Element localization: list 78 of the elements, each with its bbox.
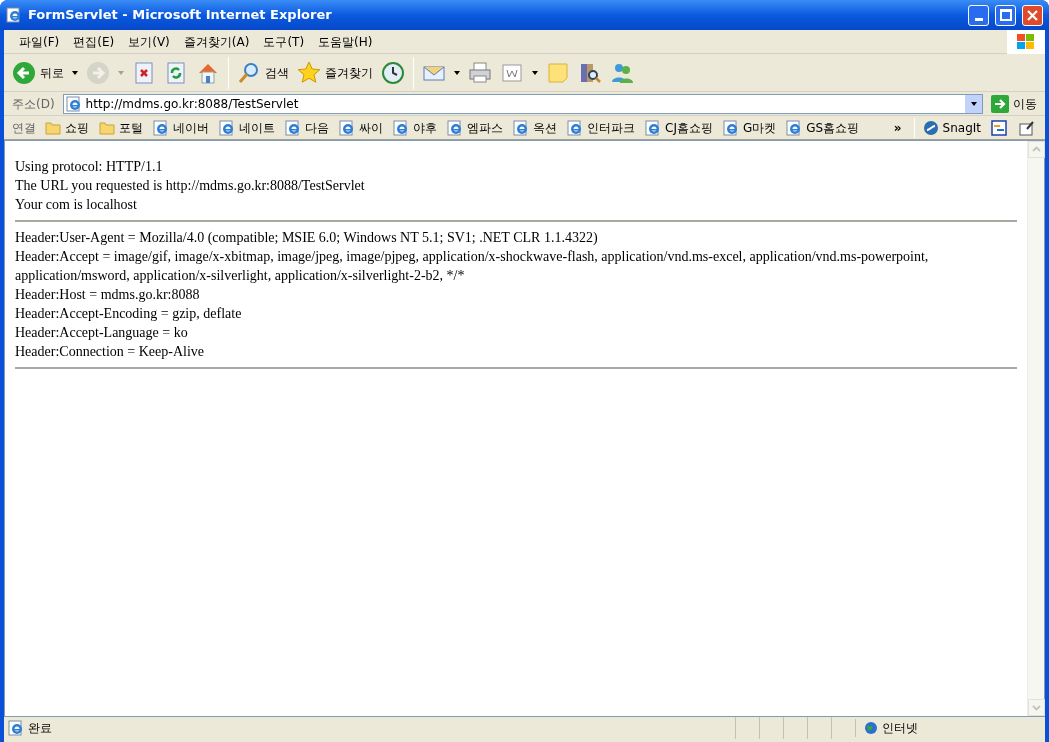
folder-icon — [45, 120, 61, 135]
close-icon — [1027, 9, 1038, 21]
dropdown-button[interactable] — [965, 94, 982, 113]
maximize-button[interactable] — [995, 4, 1016, 26]
page-text-line: Header:Host = mdms.go.kr:8088 — [15, 286, 201, 304]
ie-page-icon — [65, 95, 82, 112]
ie-page-icon — [393, 119, 409, 136]
link-button[interactable]: 엠파스 — [442, 117, 508, 138]
menu-item[interactable]: 도움말(H) — [311, 31, 380, 52]
status-text: 완료 — [28, 720, 52, 737]
caret-icon — [532, 70, 538, 75]
back-button[interactable]: 뒤로 — [8, 56, 68, 89]
caret-icon — [72, 70, 78, 75]
caret-icon — [970, 101, 977, 106]
caret-icon — [454, 70, 460, 75]
vertical-scrollbar[interactable] — [1027, 141, 1044, 716]
browser-logo-icon — [6, 7, 22, 23]
ie-page-icon — [722, 119, 739, 136]
window-capture-icon — [1019, 119, 1035, 136]
snagit-button[interactable]: SnagIt — [918, 118, 985, 137]
search-button[interactable]: 검색 — [233, 56, 293, 89]
star-icon — [297, 60, 321, 85]
link-button[interactable]: 다음 — [280, 117, 334, 138]
menu-item[interactable]: 보기(V) — [121, 31, 177, 52]
more-links-button[interactable]: » — [885, 118, 910, 137]
address-field[interactable]: http://mdms.go.kr:8088/TestServlet — [62, 93, 983, 114]
page-text-line: Using protocol: HTTP/1.1 — [15, 158, 164, 176]
ie-page-icon — [219, 119, 235, 136]
page-text-line: Header:Accept = image/gif, image/x-xbitmap, image/jpeg, image/pjpeg, application/x-shockwave-flash, application/vnd.ms-excel, application/vnd.ms-powerpoint, application/msword, application/x-silverlight, application/x-silverlight-2-b2, */* — [15, 248, 930, 285]
stop-page-icon — [132, 60, 156, 85]
ie-page-icon — [567, 119, 583, 136]
page-text-line: The URL you requested is http://mdms.go.kr:8088/TestServlet — [15, 177, 366, 195]
menu-item[interactable]: 도구(T) — [256, 31, 312, 52]
globe-icon — [864, 721, 878, 735]
sticky-note-icon — [546, 60, 570, 85]
page-text-line: Header:User-Agent = Mozilla/4.0 (compatible; MSIE 6.0; Windows NT 5.1; SV1; .NET CLR 1.1.4322) — [15, 229, 599, 247]
ie-page-icon — [786, 119, 803, 136]
close-button[interactable] — [1022, 4, 1043, 26]
link-button[interactable]: 옥션 — [508, 117, 562, 138]
search-icon — [237, 60, 261, 85]
link-button[interactable]: CJ홈쇼핑 — [640, 117, 718, 138]
link-button[interactable]: 쇼핑 — [40, 117, 94, 138]
page-text-line: Header:Connection = Keep-Alive — [15, 343, 206, 361]
menu-item[interactable]: 파일(F) — [12, 31, 67, 52]
ie-page-icon — [513, 119, 529, 136]
window-layout-icon — [991, 119, 1007, 136]
security-zone-text: 인터넷 — [882, 720, 918, 737]
refresh-page-icon — [164, 60, 188, 85]
address-label: 주소(D) — [11, 95, 56, 113]
printer-icon — [468, 60, 492, 85]
caret-icon — [118, 70, 124, 75]
ie-page-icon — [153, 119, 169, 136]
scroll-up-icon — [1028, 141, 1045, 158]
folder-icon — [99, 120, 115, 135]
menu-item[interactable]: 즐겨찾기(A) — [176, 31, 257, 52]
link-button[interactable]: 네이트 — [214, 117, 280, 138]
ie-page-icon — [447, 119, 463, 136]
link-button[interactable]: 네이버 — [148, 117, 214, 138]
ie-page-icon — [8, 720, 24, 736]
link-button[interactable]: G마켓 — [717, 117, 782, 138]
link-button[interactable]: 야후 — [388, 117, 442, 138]
ie-page-icon — [645, 119, 661, 136]
link-button[interactable]: 싸이 — [334, 117, 388, 138]
ie-page-icon — [285, 119, 301, 136]
link-button[interactable]: GS홈쇼핑 — [781, 117, 865, 138]
link-button[interactable]: 인터파크 — [562, 117, 640, 138]
page-text-line: Your com is localhost — [15, 196, 138, 214]
go-button[interactable]: 이동 — [987, 94, 1041, 113]
menu-item[interactable]: 편집(E) — [66, 31, 122, 52]
minimize-button[interactable] — [968, 4, 989, 26]
favorites-button[interactable]: 즐겨찾기 — [293, 56, 377, 89]
ie-page-icon — [339, 119, 355, 136]
window-title: FormServlet - Microsoft Internet Explorer — [28, 6, 333, 25]
page-text-line: Header:Accept-Language = ko — [15, 324, 189, 342]
links-label: 연결 — [11, 119, 37, 137]
link-button[interactable]: 포털 — [94, 117, 148, 138]
page-text-line: Header:Accept-Encoding = gzip, deflate — [15, 305, 243, 323]
windows-flag-icon — [1016, 32, 1036, 51]
